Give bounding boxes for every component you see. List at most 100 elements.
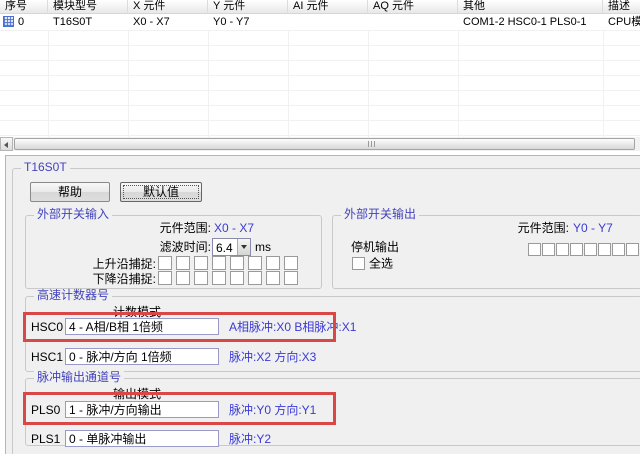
output-checkbox[interactable] — [528, 243, 541, 256]
output-checkbox[interactable] — [626, 243, 639, 256]
scrollbar-grip-icon — [368, 141, 377, 147]
cell-model: T16S0T — [48, 14, 128, 30]
falling-edge-checkboxes — [158, 271, 302, 285]
groupbox-ext-input: 外部开关输入 元件范围: X0 - X7 滤波时间: 6.4 ms 上升沿捕捉:… — [25, 215, 322, 289]
cell-no: 0 — [0, 14, 48, 30]
hsc0-mode-input[interactable] — [65, 318, 219, 335]
cell-desc: CPU模块 — [603, 14, 640, 30]
falling-edge-checkbox[interactable] — [212, 271, 226, 285]
groupbox-ext-output-title: 外部开关输出 — [341, 208, 419, 221]
falling-edge-checkbox[interactable] — [230, 271, 244, 285]
rising-edge-checkbox[interactable] — [212, 256, 226, 270]
groupbox-hsc: 高速计数器号 计数模式 HSC0 A相脉冲:X0 B相脉冲:X1 HSC1 脉冲… — [25, 296, 640, 372]
module-icon — [3, 16, 14, 27]
groupbox-hsc-title: 高速计数器号 — [34, 289, 112, 302]
groupbox-module-title: T16S0T — [21, 161, 70, 174]
output-checkbox[interactable] — [584, 243, 597, 256]
table-header: 序号 模块型号 X 元件 Y 元件 AI 元件 AQ 元件 其他 描述 — [0, 0, 640, 14]
help-button[interactable]: 帮助 — [30, 182, 110, 202]
output-mode-label: 输出模式 — [113, 388, 161, 401]
grid-line — [0, 135, 640, 136]
groupbox-pls-title: 脉冲输出通道号 — [34, 371, 124, 384]
cell-aq — [368, 14, 458, 30]
falling-edge-label: 下降沿捕捉: — [31, 273, 156, 286]
scroll-left-icon — [4, 142, 8, 148]
hsc0-mapping: A相脉冲:X0 B相脉冲:X1 — [229, 321, 356, 334]
stop-output-label: 停机输出 — [351, 241, 399, 254]
cell-y-range: Y0 - Y7 — [208, 14, 288, 30]
rising-edge-checkbox[interactable] — [284, 256, 298, 270]
filter-time-unit: ms — [255, 241, 271, 254]
output-checkbox[interactable] — [598, 243, 611, 256]
falling-edge-checkbox[interactable] — [248, 271, 262, 285]
grid-line — [0, 75, 640, 76]
filter-time-dropdown[interactable]: 6.4 — [212, 238, 251, 256]
groupbox-ext-output: 外部开关输出 元件范围: Y0 - Y7 停机输出 全选 — [332, 215, 640, 289]
grid-line — [0, 45, 640, 46]
column-header-other[interactable]: 其他 — [458, 0, 603, 13]
falling-edge-checkbox[interactable] — [284, 271, 298, 285]
cell-other: COM1-2 HSC0-1 PLS0-1 — [458, 14, 603, 30]
pls1-label: PLS1 — [31, 433, 60, 446]
falling-edge-checkbox[interactable] — [158, 271, 172, 285]
pls0-label: PLS0 — [31, 404, 60, 417]
rising-edge-checkbox[interactable] — [176, 256, 190, 270]
column-header-desc[interactable]: 描述 — [603, 0, 640, 13]
column-header-model[interactable]: 模块型号 — [48, 0, 128, 13]
row-index: 0 — [18, 16, 24, 28]
rising-edge-label: 上升沿捕捉: — [31, 258, 156, 271]
rising-edge-checkbox[interactable] — [158, 256, 172, 270]
groupbox-ext-input-title: 外部开关输入 — [34, 208, 112, 221]
falling-edge-checkbox[interactable] — [176, 271, 190, 285]
pls0-mapping: 脉冲:Y0 方向:Y1 — [229, 404, 316, 417]
rising-edge-checkbox[interactable] — [248, 256, 262, 270]
grid-line — [0, 105, 640, 106]
range-value: X0 - X7 — [214, 222, 254, 235]
range-label: 元件范围: — [483, 222, 569, 235]
scrollbar-thumb[interactable] — [14, 138, 635, 150]
column-header-y[interactable]: Y 元件 — [208, 0, 288, 13]
grid-line — [0, 30, 640, 31]
grid-line — [0, 120, 640, 121]
default-values-button[interactable]: 默认值 — [120, 182, 202, 202]
grid-line — [0, 60, 640, 61]
output-checkbox[interactable] — [556, 243, 569, 256]
select-all-label: 全选 — [369, 257, 393, 271]
rising-edge-checkbox[interactable] — [230, 256, 244, 270]
rising-edge-checkbox[interactable] — [266, 256, 280, 270]
pls1-mode-input[interactable] — [65, 430, 219, 447]
hsc1-mapping: 脉冲:X2 方向:X3 — [229, 351, 316, 364]
output-checkboxes — [528, 243, 640, 256]
falling-edge-checkbox[interactable] — [266, 271, 280, 285]
scroll-left-button[interactable] — [0, 137, 13, 151]
grid-line — [0, 90, 640, 91]
dropdown-button[interactable] — [237, 239, 250, 255]
output-checkbox[interactable] — [542, 243, 555, 256]
range-value: Y0 - Y7 — [573, 222, 613, 235]
pls0-mode-input[interactable] — [65, 401, 219, 418]
groupbox-pls: 脉冲输出通道号 输出模式 PLS0 脉冲:Y0 方向:Y1 PLS1 脉冲:Y2 — [25, 378, 640, 446]
hsc0-label: HSC0 — [31, 321, 63, 334]
select-all-row: 全选 — [352, 257, 393, 271]
horizontal-scrollbar[interactable] — [0, 137, 640, 151]
output-checkbox[interactable] — [612, 243, 625, 256]
table-row[interactable]: 0 T16S0T X0 - X7 Y0 - Y7 COM1-2 HSC0-1 P… — [0, 14, 640, 30]
column-header-no[interactable]: 序号 — [0, 0, 48, 13]
rising-edge-checkbox[interactable] — [194, 256, 208, 270]
cell-ai — [288, 14, 368, 30]
pls1-mapping: 脉冲:Y2 — [229, 433, 271, 446]
hsc1-mode-input[interactable] — [65, 348, 219, 365]
output-checkbox[interactable] — [570, 243, 583, 256]
falling-edge-checkbox[interactable] — [194, 271, 208, 285]
cell-x-range: X0 - X7 — [128, 14, 208, 30]
column-header-aq[interactable]: AQ 元件 — [368, 0, 458, 13]
column-header-ai[interactable]: AI 元件 — [288, 0, 368, 13]
select-all-checkbox[interactable] — [352, 257, 365, 270]
filter-time-label: 滤波时间: — [131, 241, 211, 254]
plc-module-config-window: 序号 模块型号 X 元件 Y 元件 AI 元件 AQ 元件 其他 描述 0 T1… — [0, 0, 640, 454]
rising-edge-checkboxes — [158, 256, 302, 270]
hsc1-label: HSC1 — [31, 351, 63, 364]
column-header-x[interactable]: X 元件 — [128, 0, 208, 13]
chevron-down-icon — [241, 245, 247, 249]
range-label: 元件范围: — [131, 222, 211, 235]
